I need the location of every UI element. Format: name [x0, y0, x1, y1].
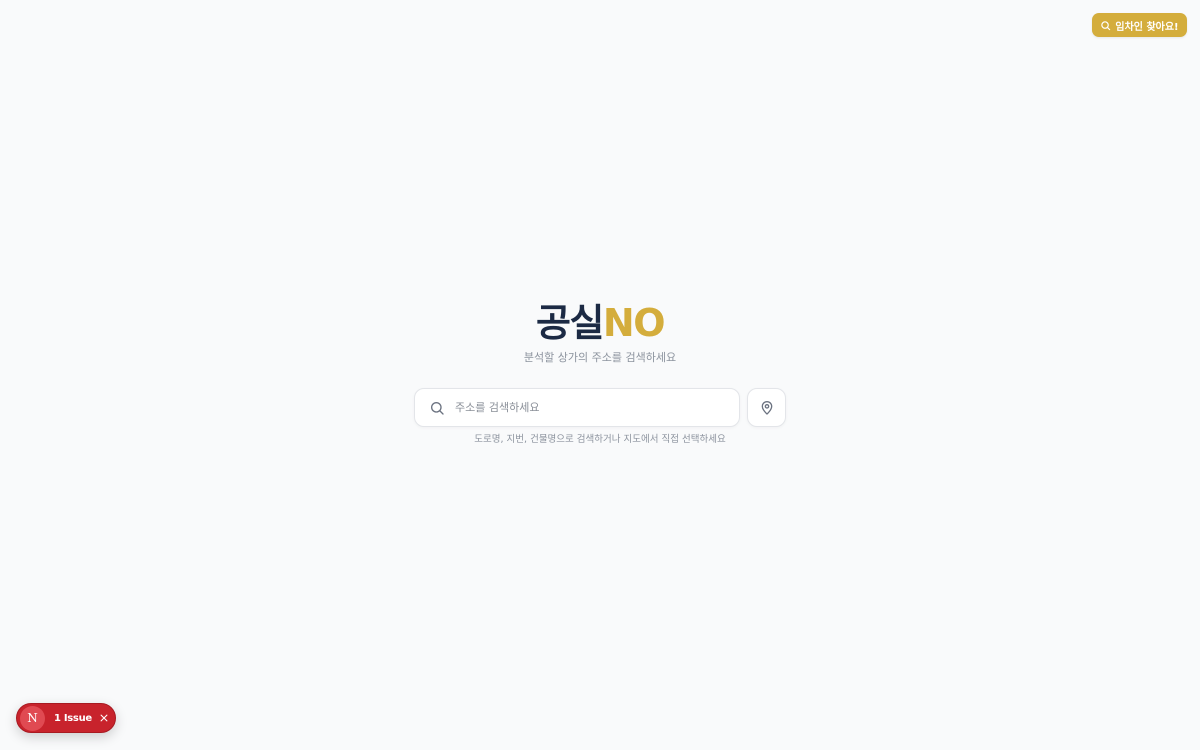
nextjs-logo-icon[interactable]: N	[20, 705, 45, 731]
address-search-box[interactable]	[414, 388, 740, 427]
search-hint: 도로명, 지번, 건물명으로 검색하거나 지도에서 직접 선택하세요	[474, 434, 726, 445]
find-tenant-label: 임차인 찾아요!	[1115, 21, 1179, 33]
find-tenant-button[interactable]: 임차인 찾아요!	[1092, 13, 1187, 37]
close-icon[interactable]	[99, 713, 109, 723]
address-search-input[interactable]	[455, 401, 715, 414]
map-select-button[interactable]	[747, 388, 786, 427]
search-icon	[1100, 20, 1111, 31]
brand-logo: 공실NO	[0, 298, 1200, 348]
search-icon	[429, 400, 445, 416]
brand-name-main: 공실	[535, 301, 604, 345]
brand-name-accent: NO	[602, 301, 666, 345]
dev-issues-badge[interactable]: N 1 Issue	[16, 703, 116, 733]
map-pin-icon	[759, 400, 775, 416]
issues-count-label[interactable]: 1 Issue	[54, 713, 92, 724]
page-subtitle: 분석할 상가의 주소를 검색하세요	[523, 351, 677, 364]
